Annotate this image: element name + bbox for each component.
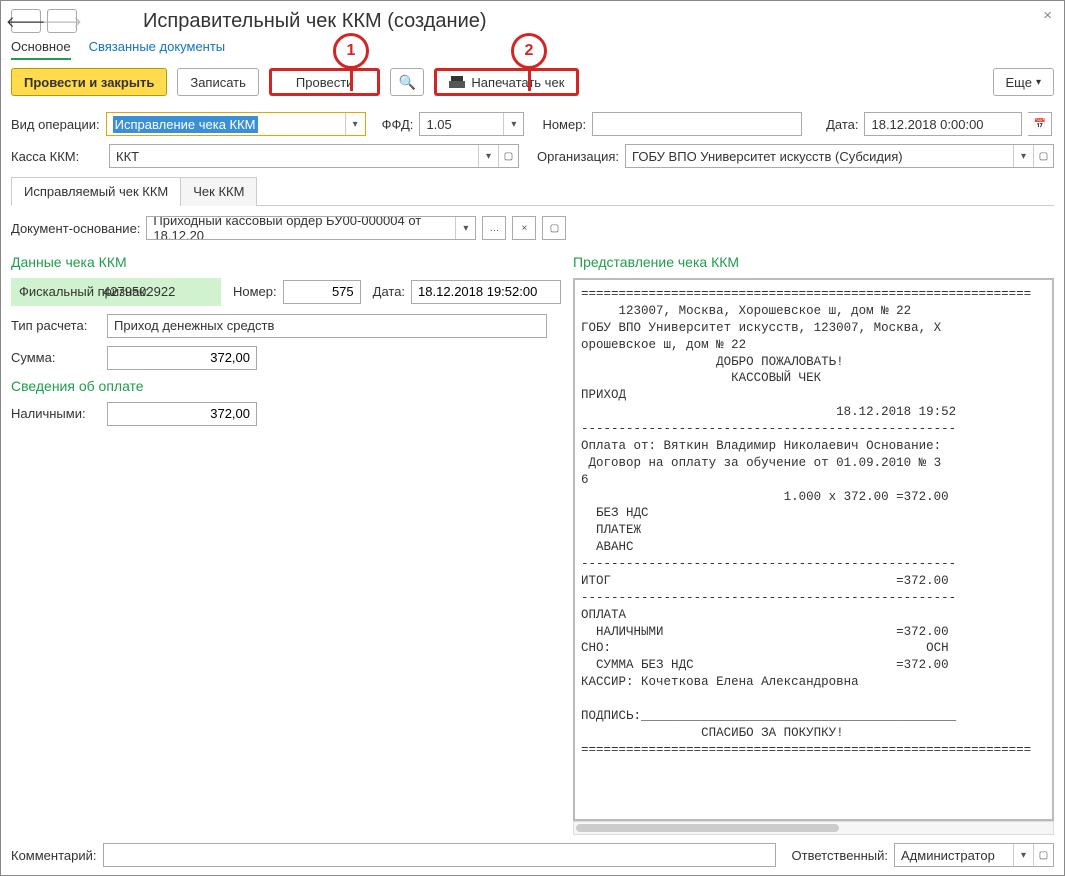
dropdown-icon[interactable]: ▾ <box>455 217 475 239</box>
save-button[interactable]: Записать <box>177 68 259 96</box>
check-date-input[interactable] <box>411 280 561 304</box>
search-button[interactable]: 🔍 <box>390 68 424 96</box>
cash-input[interactable] <box>107 402 257 426</box>
date-label: Дата: <box>826 117 858 132</box>
window-frame: × 🡐 🡒 Исправительный чек ККМ (создание) … <box>0 0 1065 876</box>
close-icon[interactable]: × <box>1043 7 1052 24</box>
post-button[interactable]: Провести <box>269 68 381 96</box>
op-type-label: Вид операции: <box>11 117 100 132</box>
section-check-data: Данные чека ККМ <box>11 254 561 270</box>
date-input[interactable]: 18.12.2018 0:00:00 <box>864 112 1022 136</box>
op-type-select[interactable]: Исправление чека ККМ ▾ <box>106 112 366 136</box>
dropdown-icon[interactable]: ▾ <box>1013 145 1033 167</box>
tab-corrected-check[interactable]: Исправляемый чек ККМ <box>11 177 181 206</box>
sum-input[interactable] <box>107 346 257 370</box>
receipt-viewer[interactable]: ========================================… <box>573 278 1054 821</box>
dropdown-icon[interactable]: ▾ <box>345 113 365 135</box>
responsible-label: Ответственный: <box>792 848 888 863</box>
page-title: Исправительный чек ККМ (создание) <box>143 10 487 33</box>
dropdown-icon[interactable]: ▾ <box>1013 844 1033 866</box>
ffd-select[interactable]: 1.05 ▾ <box>419 112 524 136</box>
post-and-close-button[interactable]: Провести и закрыть <box>11 68 167 96</box>
callout-line-2 <box>528 69 531 91</box>
dropdown-icon[interactable]: ▾ <box>478 145 498 167</box>
doc-basis-select[interactable]: Приходный кассовый ордер БУ00-000004 от … <box>146 216 476 240</box>
tab-check[interactable]: Чек ККМ <box>180 177 257 206</box>
open-icon[interactable]: ▢ <box>498 145 518 167</box>
doc-basis-label: Документ-основание: <box>11 221 140 236</box>
number-input[interactable] <box>592 112 802 136</box>
fiscal-sign-value: 4279502922 <box>103 284 175 299</box>
receipt-text: ========================================… <box>577 282 1050 763</box>
forward-button[interactable]: 🡒 <box>47 9 77 33</box>
check-num-label: Номер: <box>233 284 277 299</box>
sub-tabs: Исправляемый чек ККМ Чек ККМ <box>11 176 1054 206</box>
number-label: Номер: <box>542 117 586 132</box>
back-button[interactable]: 🡐 <box>11 9 41 33</box>
right-panel: Представление чека ККМ =================… <box>573 248 1054 835</box>
fiscal-sign-label: Фискальный признак: <box>19 284 97 300</box>
kassa-label: Касса ККМ: <box>11 149 103 164</box>
open-button[interactable]: ▢ <box>542 216 566 240</box>
fiscal-sign-box: Фискальный признак: 4279502922 <box>11 278 221 306</box>
callout-2: 2 <box>511 33 547 69</box>
clear-button[interactable]: × <box>512 216 536 240</box>
org-select[interactable]: ГОБУ ВПО Университет искусств (Субсидия)… <box>625 144 1054 168</box>
org-label: Организация: <box>537 149 619 164</box>
sum-label: Сумма: <box>11 350 101 365</box>
callout-line-1 <box>350 69 353 91</box>
comment-input[interactable] <box>103 843 776 867</box>
left-panel: Данные чека ККМ Фискальный признак: 4279… <box>11 248 561 835</box>
pick-button[interactable]: … <box>482 216 506 240</box>
open-icon[interactable]: ▢ <box>1033 145 1053 167</box>
calc-type-label: Тип расчета: <box>11 318 101 333</box>
section-payment-info: Сведения об оплате <box>11 378 561 394</box>
calendar-icon: 📅 <box>1028 113 1051 135</box>
check-date-label: Дата: <box>373 284 405 299</box>
calc-type-input[interactable]: Приход денежных средств <box>107 314 547 338</box>
open-icon[interactable]: ▢ <box>1033 844 1053 866</box>
more-button[interactable]: Еще▾ <box>993 68 1054 96</box>
receipt-scrollbar-h[interactable] <box>573 821 1054 835</box>
print-check-button[interactable]: Напечатать чек <box>434 68 579 96</box>
callout-1: 1 <box>333 33 369 69</box>
tab-linked-docs[interactable]: Связанные документы <box>89 39 226 60</box>
check-num-input[interactable] <box>283 280 361 304</box>
ffd-label: ФФД: <box>382 117 414 132</box>
printer-icon <box>449 76 465 88</box>
tab-main[interactable]: Основное <box>11 39 71 60</box>
section-check-view: Представление чека ККМ <box>573 254 1054 270</box>
magnifier-icon: 🔍 <box>399 74 416 91</box>
calendar-button[interactable]: 📅 <box>1028 112 1052 136</box>
responsible-select[interactable]: Администратор ▾ ▢ <box>894 843 1054 867</box>
kassa-select[interactable]: ККТ ▾ ▢ <box>109 144 519 168</box>
cash-label: Наличными: <box>11 406 101 421</box>
comment-label: Комментарий: <box>11 848 97 863</box>
dropdown-icon[interactable]: ▾ <box>503 113 523 135</box>
